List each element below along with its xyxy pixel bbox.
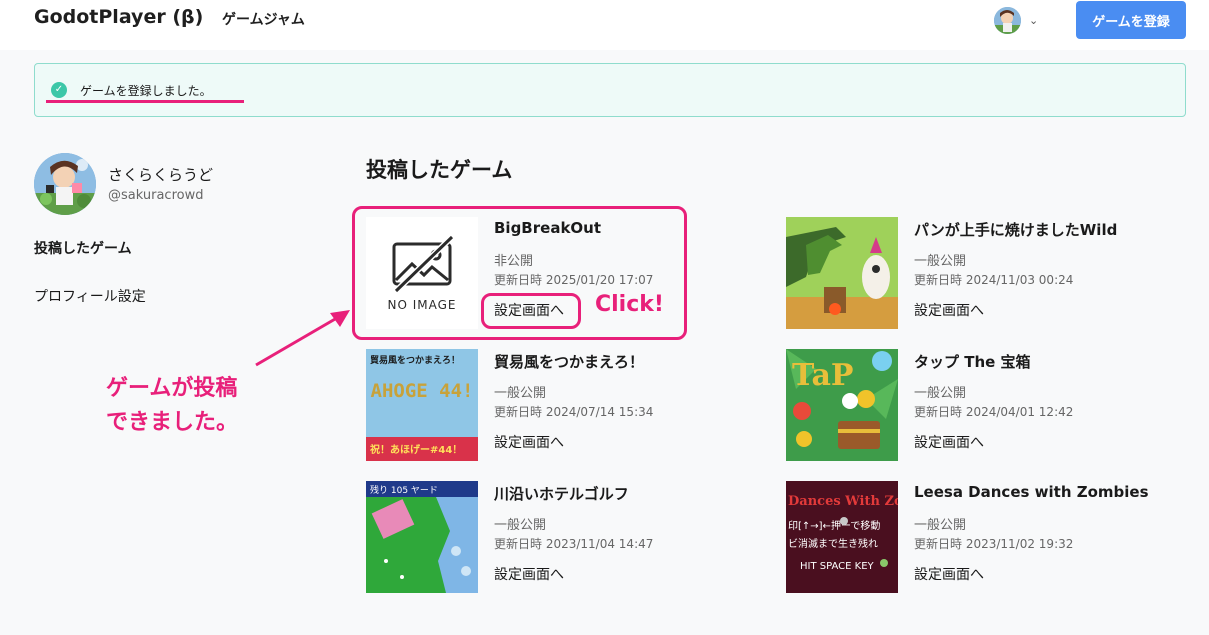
game-card-boekifuu: 貿易風をつかまえろ！ AHOGE 44! 祝！あほげー#44！ 貿易風をつかまえ… (366, 349, 746, 461)
thumb-line4: HIT SPACE KEY (800, 561, 875, 572)
top-nav: GodotPlayer (β) ゲームジャム ⌄ ゲームを登録 (0, 0, 1209, 50)
game-updated: 更新日時 2024/07/14 15:34 (494, 405, 654, 419)
game-updated: 更新日時 2024/04/01 12:42 (914, 405, 1074, 419)
thumb-line3: ビ消滅まで生き残れ (788, 537, 878, 550)
game-card-hotel-golf: 残り 105 ヤード 川沿いホテルゴルフ 一般公開 更新日時 2023/11/0… (366, 481, 746, 593)
avatar (994, 6, 1021, 34)
game-thumbnail[interactable]: 残り 105 ヤード (366, 481, 478, 593)
game-title[interactable]: Leesa Dances with Zombies (914, 483, 1149, 501)
profile-name: さくらくらうど (108, 166, 214, 184)
annotation-underline (46, 100, 244, 103)
game-card-pan: パンが上手に焼けましたWild 一般公開 更新日時 2024/11/03 00:… (786, 217, 1166, 329)
thumb-line2: 印[↑→]←押ーで移動 (788, 519, 880, 532)
register-game-button[interactable]: ゲームを登録 (1076, 1, 1186, 39)
thumb-caption: Dances With Zo (788, 494, 898, 509)
game-status: 一般公開 (914, 386, 967, 401)
game-card-tap-takarabako: TaP タップ The 宝箱 一般公開 更新日時 2024/04/01 12:4… (786, 349, 1166, 461)
thumb-banner: 祝！あほげー#44！ (370, 443, 462, 456)
thumb-caption: TaP (792, 358, 853, 393)
game-updated: 更新日時 2024/11/03 00:24 (914, 273, 1074, 287)
sidebar-item-profile-settings[interactable]: プロフィール設定 (34, 286, 146, 306)
user-menu[interactable]: ⌄ (994, 6, 1044, 34)
brand-logo[interactable]: GodotPlayer (β) (34, 6, 203, 28)
settings-link[interactable]: 設定画面へ (914, 564, 984, 584)
flash-text: ゲームを登録しました。 (80, 84, 212, 98)
game-thumbnail[interactable]: 貿易風をつかまえろ！ AHOGE 44! 祝！あほげー#44！ (366, 349, 478, 461)
settings-link[interactable]: 設定画面へ (494, 564, 564, 584)
thumb-big-text: AHOGE 44! (371, 380, 474, 402)
game-card-leesa: Dances With Zo 印[↑→]←押ーで移動 ビ消滅まで生き残れ HIT… (786, 481, 1166, 593)
nav-link-game-jam[interactable]: ゲームジャム (222, 9, 305, 29)
profile-avatar (34, 153, 96, 215)
annotation-click-label: Click! (595, 292, 664, 317)
flash-message: ✓ ゲームを登録しました。 (34, 63, 1186, 117)
game-thumbnail[interactable] (786, 217, 898, 329)
settings-link[interactable]: 設定画面へ (914, 432, 984, 452)
profile-handle: @sakuracrowd (108, 188, 204, 203)
game-title[interactable]: パンが上手に焼けましたWild (914, 219, 1117, 240)
sidebar-item-posted-games[interactable]: 投稿したゲーム (34, 238, 132, 258)
annotation-line-2: できました。 (106, 410, 239, 435)
game-updated: 更新日時 2023/11/04 14:47 (494, 537, 654, 551)
game-status: 一般公開 (914, 254, 967, 269)
game-status: 一般公開 (494, 518, 547, 533)
annotation-line-1: ゲームが投稿 (106, 376, 238, 401)
annotation-highlight-settings-link (481, 293, 581, 329)
game-title[interactable]: 貿易風をつかまえろ！ (494, 351, 644, 372)
game-thumbnail[interactable]: TaP (786, 349, 898, 461)
annotation-arrow-icon (255, 310, 350, 367)
thumb-caption: 残り 105 ヤード (370, 484, 438, 496)
page-title: 投稿したゲーム (366, 158, 513, 182)
settings-link[interactable]: 設定画面へ (494, 432, 564, 452)
chevron-down-icon: ⌄ (1029, 13, 1039, 27)
settings-link[interactable]: 設定画面へ (914, 300, 984, 320)
game-thumbnail[interactable]: Dances With Zo 印[↑→]←押ーで移動 ビ消滅まで生き残れ HIT… (786, 481, 898, 593)
annotation-posted-text: ゲームが投稿 できました。 (106, 372, 238, 440)
game-status: 一般公開 (914, 518, 967, 533)
game-title[interactable]: タップ The 宝箱 (914, 351, 1031, 372)
check-circle-icon: ✓ (51, 82, 67, 98)
game-status: 一般公開 (494, 386, 547, 401)
game-title[interactable]: 川沿いホテルゴルフ (494, 483, 629, 504)
game-updated: 更新日時 2023/11/02 19:32 (914, 537, 1074, 551)
thumb-caption: 貿易風をつかまえろ！ (370, 354, 460, 366)
